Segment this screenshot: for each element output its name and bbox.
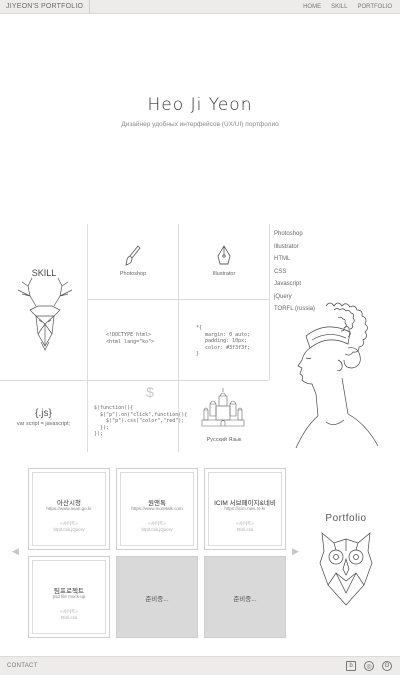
portfolio-card-pending: 준비중... — [116, 556, 198, 638]
card-url: psd file mock-up — [52, 594, 86, 599]
github-icon[interactable]: ʘ — [382, 661, 392, 671]
nav-home-link[interactable]: HOME — [303, 0, 321, 14]
pen-tool-icon — [217, 245, 231, 265]
js-caption: var script = javascript; — [16, 421, 71, 427]
owl-illustration — [319, 532, 373, 606]
nav-portfolio-link[interactable]: PORTFOLIO — [357, 0, 392, 14]
next-arrow-button[interactable]: ▶ — [292, 546, 299, 557]
brush-icon — [125, 245, 141, 266]
card-url[interactable]: https://www.moretalk.com — [117, 506, 197, 511]
blog-icon[interactable]: b — [346, 661, 356, 671]
card-tech: html,css,jQuery — [141, 527, 173, 532]
card-url[interactable]: https://icim.nies.re.kr — [205, 506, 285, 511]
jquery-code-snippet: $(function(){ $("p").on("click",function… — [94, 405, 188, 437]
html-code-snippet: <!DOCTYPE html> <html lang="ko"> — [106, 332, 155, 345]
card-tech: html,css — [236, 527, 254, 532]
skill-list-item: Illustrator — [274, 243, 299, 250]
contact-label: CONTACT — [7, 663, 38, 669]
js-logo: {.js} — [35, 408, 52, 419]
photoshop-label: Photoshop — [119, 271, 147, 277]
social-links: b ◎ ʘ — [346, 661, 392, 671]
portfolio-card-asan[interactable]: 아산시청 https://www.asan.go.kr <사이트> html,c… — [28, 468, 110, 550]
portfolio-card-icim[interactable]: ICIM 서브페이지&네비 https://icim.nies.re.kr <사… — [204, 468, 286, 550]
portfolio-section: ◀ ▶ 아산시청 https://www.asan.go.kr <사이트> ht… — [0, 463, 400, 646]
portfolio-card-pending: 준비중... — [204, 556, 286, 638]
skill-list-item: Photoshop — [274, 231, 303, 237]
top-navigation-bar: JIYEON'S PORTFOLIO HOME SKILL PORTFOLIO — [0, 0, 400, 14]
nav-skill-link[interactable]: SKILL — [331, 0, 347, 14]
hero-name: Heo Ji Yeon — [147, 95, 253, 115]
instagram-icon[interactable]: ◎ — [364, 661, 374, 671]
russian-label: Русский Язык — [206, 437, 242, 443]
pending-label: 준비중... — [145, 596, 169, 603]
portfolio-card-team-project[interactable]: 팀프로젝트 psd file mock-up <사이트> html,css — [28, 556, 110, 638]
site-brand[interactable]: JIYEON'S PORTFOLIO — [0, 0, 91, 14]
jquery-logo: $ — [146, 384, 154, 400]
skill-section: SKILL Photoshop Illustrator <!DOCTYPE ht… — [0, 224, 400, 452]
pending-label: 준비중... — [233, 596, 257, 603]
footer-bar: CONTACT b ◎ ʘ — [0, 656, 400, 675]
illustrator-label: Illustrator — [212, 271, 236, 277]
deer-illustration — [17, 277, 73, 351]
portrait-illustration — [295, 302, 379, 449]
portfolio-heading: Portfolio — [325, 513, 367, 524]
kremlin-illustration — [201, 388, 245, 427]
main-nav: HOME SKILL PORTFOLIO — [303, 0, 392, 14]
card-url[interactable]: https://www.asan.go.kr — [29, 506, 109, 511]
skill-list-item: HTML — [274, 256, 291, 262]
hero-subtitle: Дизайнер удобных интерфейсов (UX/UI) пор… — [121, 121, 279, 128]
portfolio-card-wontalk[interactable]: 원앤톡 https://www.moretalk.com <사이트> html,… — [116, 468, 198, 550]
css-code-snippet: *{ margin: 0 auto; padding: 10px; color:… — [196, 325, 251, 357]
card-tech: html,css — [60, 615, 78, 620]
prev-arrow-button[interactable]: ◀ — [12, 546, 19, 557]
skill-list-item: CSS — [274, 268, 287, 275]
skill-list-item: Javascript — [274, 281, 302, 287]
card-tech: html,css,jQuery — [53, 527, 85, 532]
